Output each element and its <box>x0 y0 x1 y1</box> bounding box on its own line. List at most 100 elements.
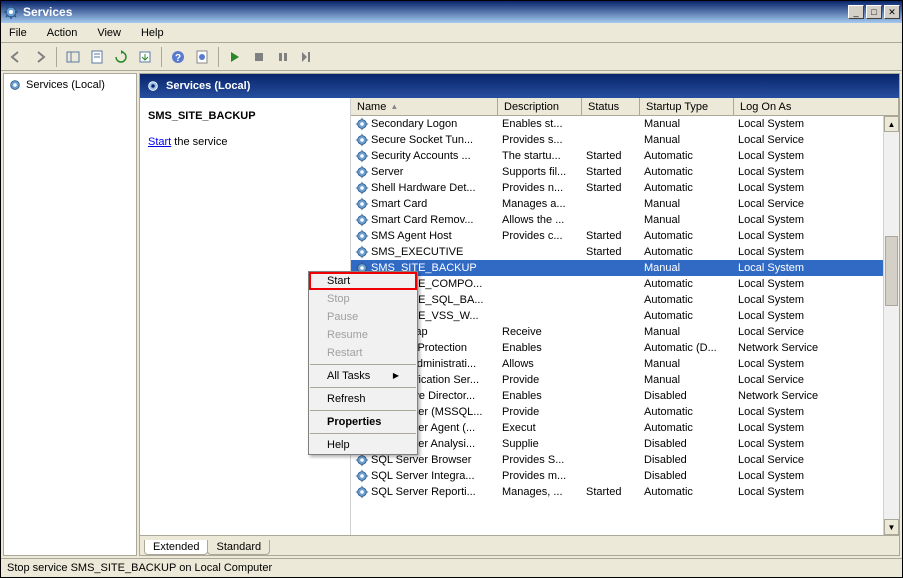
help2-button[interactable] <box>191 46 213 68</box>
col-startup[interactable]: Startup Type <box>640 98 734 115</box>
pause-service-button[interactable] <box>272 46 294 68</box>
cell-description: Allows <box>498 358 582 370</box>
cell-logon: Local Service <box>734 198 899 210</box>
services-icon <box>8 78 22 92</box>
cell-logon: Local System <box>734 310 899 322</box>
service-row[interactable]: SMS_SITE_COMPO...AutomaticLocal System <box>351 276 899 292</box>
service-row[interactable]: Software ProtectionEnablesAutomatic (D..… <box>351 340 899 356</box>
ctx-all-tasks[interactable]: All Tasks <box>309 367 417 385</box>
window-title: Services <box>23 5 848 19</box>
cell-description: Provides m... <box>498 470 582 482</box>
ctx-refresh[interactable]: Refresh <box>309 390 417 408</box>
cell-description: Provide <box>498 374 582 386</box>
ctx-start[interactable]: Start <box>309 272 417 290</box>
service-row[interactable]: SMS_SITE_SQL_BA...AutomaticLocal System <box>351 292 899 308</box>
service-row[interactable]: SQL Server Reporti...Manages, ...Started… <box>351 484 899 500</box>
cell-description: Execut <box>498 422 582 434</box>
menu-help[interactable]: Help <box>137 25 168 41</box>
service-row[interactable]: Smart Card Remov...Allows the ...ManualL… <box>351 212 899 228</box>
service-row[interactable]: Smart CardManages a...ManualLocal Servic… <box>351 196 899 212</box>
tab-extended[interactable]: Extended <box>144 540 208 555</box>
tree-root-item[interactable]: Services (Local) <box>8 78 132 92</box>
service-row[interactable]: SMS_EXECUTIVEStartedAutomaticLocal Syste… <box>351 244 899 260</box>
cell-startup: Automatic <box>640 406 734 418</box>
service-row[interactable]: SQL Active Director...EnablesDisabledNet… <box>351 388 899 404</box>
cell-logon: Local Service <box>734 134 899 146</box>
cell-startup: Automatic <box>640 230 734 242</box>
service-row[interactable]: Secondary LogonEnables st...ManualLocal … <box>351 116 899 132</box>
cell-logon: Local System <box>734 118 899 130</box>
start-service-button[interactable] <box>224 46 246 68</box>
cell-description: Provides n... <box>498 182 582 194</box>
service-row[interactable]: SQL Server BrowserProvides S...DisabledL… <box>351 452 899 468</box>
stop-service-button[interactable] <box>248 46 270 68</box>
service-row[interactable]: SQL Server Analysi...SupplieDisabledLoca… <box>351 436 899 452</box>
service-action-text: Start the service <box>148 136 342 148</box>
menu-action[interactable]: Action <box>43 25 82 41</box>
ctx-help[interactable]: Help <box>309 436 417 454</box>
cell-logon: Local System <box>734 278 899 290</box>
service-row[interactable]: SMS_SITE_VSS_W...AutomaticLocal System <box>351 308 899 324</box>
cell-description: The startu... <box>498 150 582 162</box>
service-row[interactable]: Security Accounts ...The startu...Starte… <box>351 148 899 164</box>
scroll-up-button[interactable]: ▲ <box>884 116 899 132</box>
service-row[interactable]: SQL Server Agent (...ExecutAutomaticLoca… <box>351 420 899 436</box>
menu-file[interactable]: File <box>5 25 31 41</box>
export-button[interactable] <box>134 46 156 68</box>
ctx-properties[interactable]: Properties <box>309 413 417 431</box>
selected-service-name: SMS_SITE_BACKUP <box>148 110 342 122</box>
cell-logon: Local System <box>734 294 899 306</box>
col-logon[interactable]: Log On As <box>734 98 899 115</box>
service-row[interactable]: SQL Server Integra...Provides m...Disabl… <box>351 468 899 484</box>
cell-name: Security Accounts ... <box>351 149 498 163</box>
restart-service-button[interactable] <box>296 46 318 68</box>
cell-startup: Manual <box>640 374 734 386</box>
col-description[interactable]: Description <box>498 98 582 115</box>
scroll-down-button[interactable]: ▼ <box>884 519 899 535</box>
pane-header: Services (Local) <box>140 74 899 98</box>
cell-status: Started <box>582 230 640 242</box>
show-hide-tree-button[interactable] <box>62 46 84 68</box>
back-button[interactable] <box>5 46 27 68</box>
col-name[interactable]: Name▲ <box>351 98 498 115</box>
refresh-button[interactable] <box>110 46 132 68</box>
maximize-button[interactable]: □ <box>866 5 882 19</box>
help-button[interactable]: ? <box>167 46 189 68</box>
cell-logon: Local System <box>734 406 899 418</box>
cell-description: Supplie <box>498 438 582 450</box>
menu-view[interactable]: View <box>93 25 125 41</box>
cell-logon: Local System <box>734 358 899 370</box>
cell-description: Supports fil... <box>498 166 582 178</box>
vertical-scrollbar[interactable]: ▲ ▼ <box>883 116 899 535</box>
minimize-button[interactable]: _ <box>848 5 864 19</box>
cell-startup: Automatic <box>640 278 734 290</box>
service-row[interactable]: ServerSupports fil...StartedAutomaticLoc… <box>351 164 899 180</box>
start-link[interactable]: Start <box>148 136 171 148</box>
forward-button[interactable] <box>29 46 51 68</box>
scroll-thumb[interactable] <box>885 236 898 306</box>
service-row[interactable]: SPP Notification Ser...ProvideManualLoca… <box>351 372 899 388</box>
cell-description: Enables <box>498 390 582 402</box>
col-status[interactable]: Status <box>582 98 640 115</box>
result-pane: Services (Local) SMS_SITE_BACKUP Start t… <box>139 73 900 556</box>
cell-startup: Manual <box>640 358 734 370</box>
cell-startup: Manual <box>640 134 734 146</box>
statusbar: Stop service SMS_SITE_BACKUP on Local Co… <box>1 558 902 576</box>
service-row[interactable]: SNMP TrapReceiveManualLocal Service <box>351 324 899 340</box>
cell-startup: Manual <box>640 262 734 274</box>
properties-button[interactable] <box>86 46 108 68</box>
tab-standard[interactable]: Standard <box>207 540 270 555</box>
service-row[interactable]: SQL Server (MSSQL...ProvideAutomaticLoca… <box>351 404 899 420</box>
close-button[interactable]: ✕ <box>884 5 900 19</box>
cell-status: Started <box>582 166 640 178</box>
console-tree[interactable]: Services (Local) <box>3 73 137 556</box>
service-row[interactable]: Special Administrati...AllowsManualLocal… <box>351 356 899 372</box>
cell-logon: Local Service <box>734 374 899 386</box>
services-list: Name▲ Description Status Startup Type Lo… <box>350 98 899 535</box>
service-row[interactable]: SMS Agent HostProvides c...StartedAutoma… <box>351 228 899 244</box>
service-row[interactable]: SMS_SITE_BACKUPManualLocal System <box>351 260 899 276</box>
cell-logon: Local Service <box>734 454 899 466</box>
service-row[interactable]: Secure Socket Tun...Provides s...ManualL… <box>351 132 899 148</box>
service-row[interactable]: Shell Hardware Det...Provides n...Starte… <box>351 180 899 196</box>
menubar: File Action View Help <box>1 23 902 43</box>
